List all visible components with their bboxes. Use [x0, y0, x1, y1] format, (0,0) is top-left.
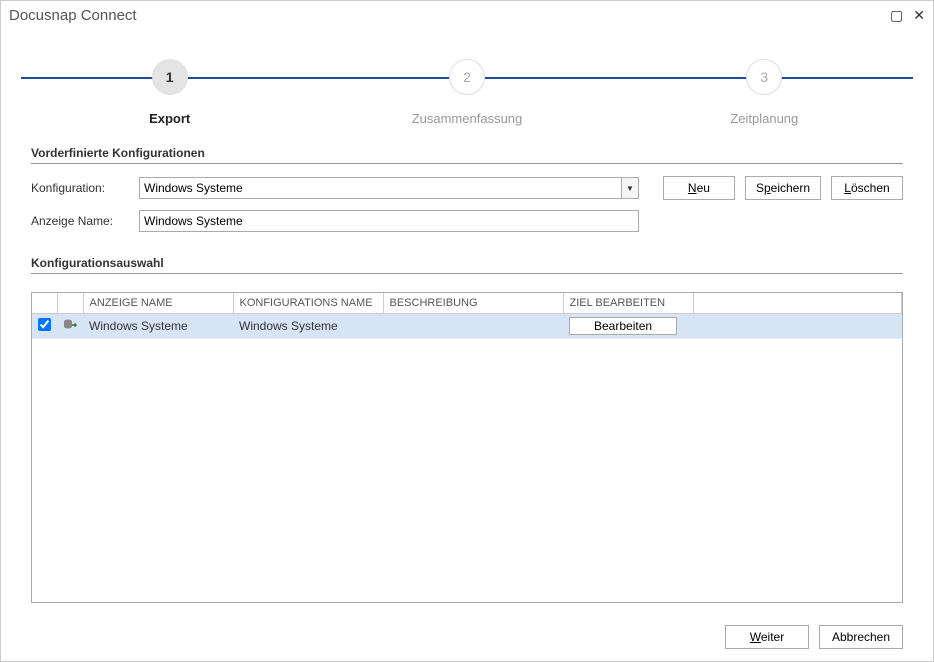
window-controls: ▢ ✕	[890, 7, 925, 24]
edit-button[interactable]: Bearbeiten	[569, 317, 677, 335]
database-export-icon	[63, 319, 77, 331]
step-number: 1	[152, 59, 188, 95]
footer: Weiter Abbrechen	[1, 613, 933, 661]
new-button[interactable]: Neu	[663, 176, 735, 200]
table-row[interactable]: Windows Systeme Windows Systeme Bearbeit…	[32, 314, 902, 339]
col-config-name: KONFIGURATIONS NAME	[233, 293, 383, 314]
content-area: Vorderfinierte Konfigurationen Konfigura…	[1, 136, 933, 613]
display-name-input[interactable]	[139, 210, 639, 232]
col-spacer	[693, 293, 902, 314]
col-icon	[57, 293, 83, 314]
wizard-step-schedule[interactable]: 3 Zeitplanung	[664, 49, 864, 126]
table-header-row: ANZEIGE NAME KONFIGURATIONS NAME BESCHRE…	[32, 293, 902, 314]
config-select-input[interactable]	[139, 177, 621, 199]
section-selection-title: Konfigurationsauswahl	[31, 256, 903, 274]
wizard-step-summary[interactable]: 2 Zusammenfassung	[367, 49, 567, 126]
section-predefined-title: Vorderfinierte Konfigurationen	[31, 146, 903, 164]
next-button[interactable]: Weiter	[725, 625, 809, 649]
config-select[interactable]: ▼	[139, 177, 639, 199]
col-display-name: ANZEIGE NAME	[83, 293, 233, 314]
step-number: 2	[449, 59, 485, 95]
cancel-button[interactable]: Abbrechen	[819, 625, 903, 649]
step-label: Zusammenfassung	[412, 111, 523, 126]
col-check	[32, 293, 57, 314]
wizard-nav: 1 Export 2 Zusammenfassung 3 Zeitplanung	[1, 29, 933, 136]
step-label: Zeitplanung	[730, 111, 798, 126]
cell-config-name: Windows Systeme	[233, 314, 383, 339]
cell-display-name: Windows Systeme	[83, 314, 233, 339]
dropdown-icon[interactable]: ▼	[621, 177, 639, 199]
col-description: BESCHREIBUNG	[383, 293, 563, 314]
delete-button[interactable]: Löschen	[831, 176, 903, 200]
cell-description	[383, 314, 563, 339]
display-name-label: Anzeige Name:	[31, 214, 131, 228]
step-label: Export	[149, 111, 190, 126]
maximize-icon[interactable]: ▢	[890, 7, 903, 24]
config-label: Konfiguration:	[31, 181, 131, 195]
col-edit-target: ZIEL BEARBEITEN	[563, 293, 693, 314]
step-number: 3	[746, 59, 782, 95]
row-checkbox[interactable]	[38, 318, 51, 331]
window-title: Docusnap Connect	[9, 7, 137, 24]
save-button[interactable]: Speichern	[745, 176, 821, 200]
config-table: ANZEIGE NAME KONFIGURATIONS NAME BESCHRE…	[31, 292, 903, 603]
close-icon[interactable]: ✕	[913, 7, 925, 24]
title-bar: Docusnap Connect ▢ ✕	[1, 1, 933, 29]
wizard-step-export[interactable]: 1 Export	[70, 49, 270, 126]
